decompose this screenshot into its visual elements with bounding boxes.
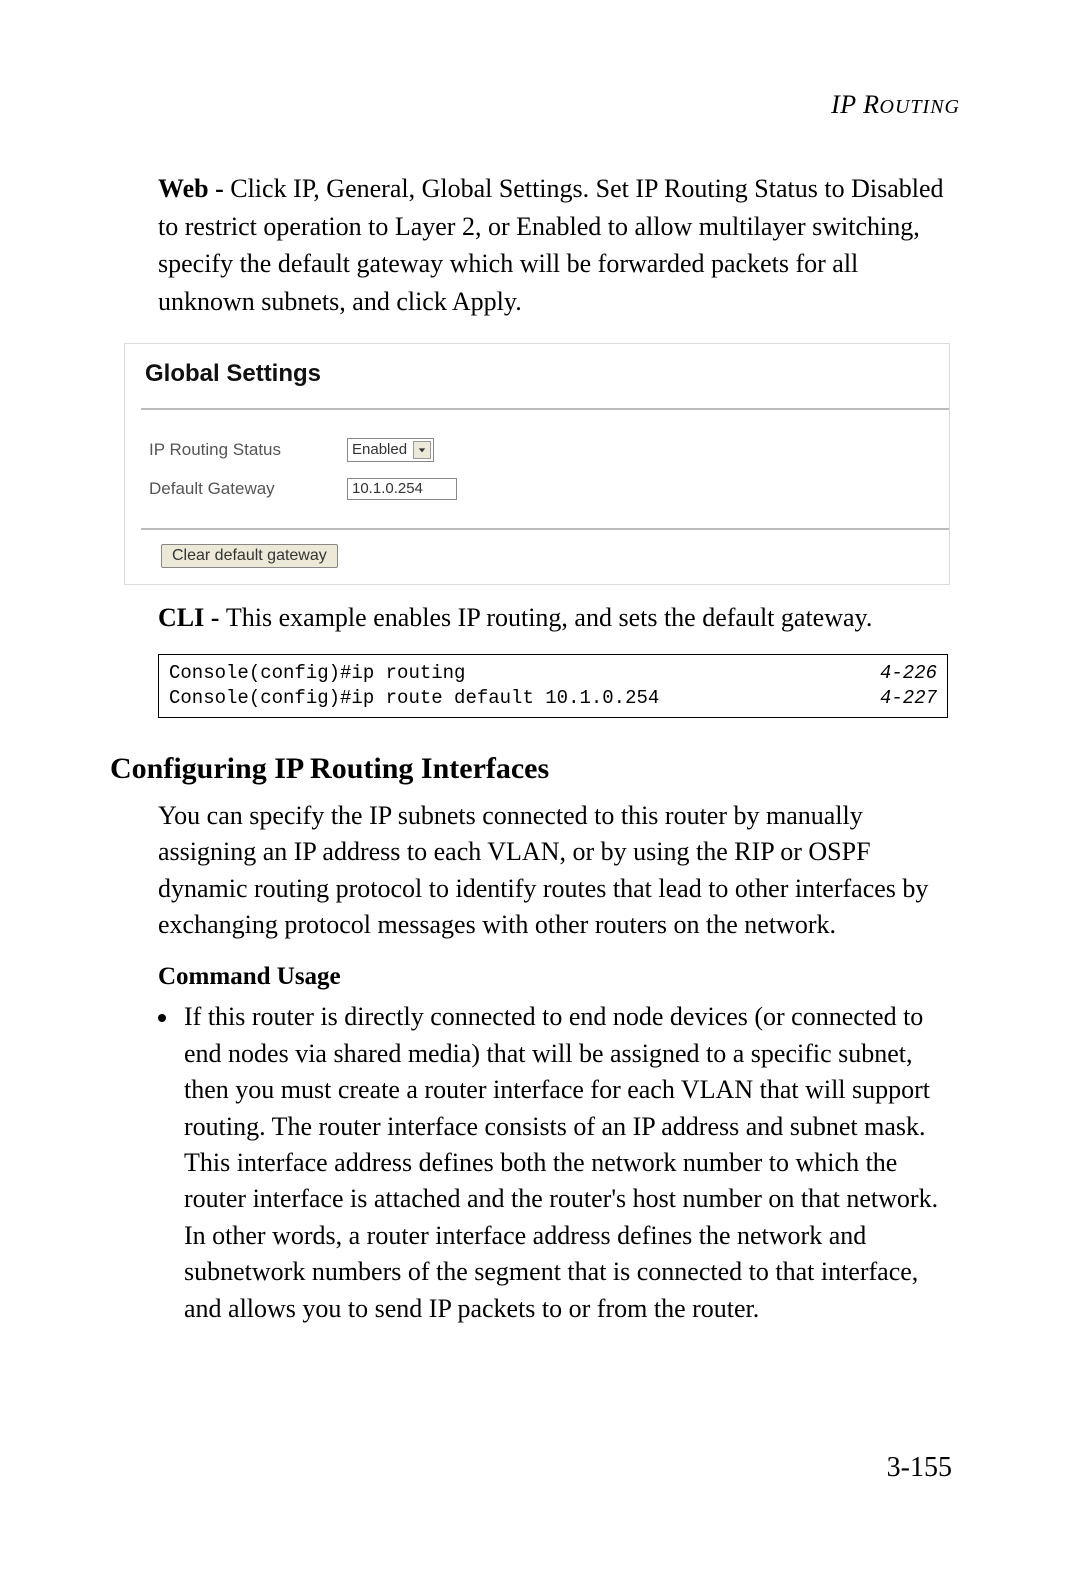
cli-code-block: Console(config)#ip routing 4-226 Console…	[158, 654, 948, 717]
panel-title: Global Settings	[141, 360, 761, 408]
section-heading: Configuring IP Routing Interfaces	[110, 752, 960, 786]
global-settings-panel: Global Settings IP Routing Status Enable…	[124, 343, 950, 585]
row-ip-routing-status: IP Routing Status Enabled	[145, 430, 525, 470]
chevron-down-icon	[413, 441, 431, 459]
section-paragraph: You can specify the IP subnets connected…	[158, 798, 960, 944]
page: IP ROUTING Web - Click IP, General, Glob…	[0, 0, 1080, 1570]
header-main: IP R	[831, 90, 879, 119]
settings-table: IP Routing Status Enabled Default Gatewa…	[145, 430, 525, 508]
cell-ip-routing-status-control: Enabled	[343, 430, 525, 470]
web-paragraph: Web - Click IP, General, Global Settings…	[158, 170, 960, 321]
code-ref-2: 4-227	[880, 686, 937, 711]
code-line-1: Console(config)#ip routing 4-226	[169, 661, 937, 686]
label-ip-routing-status: IP Routing Status	[145, 430, 343, 470]
running-header: IP ROUTING	[110, 90, 960, 120]
cell-default-gateway-control: 10.1.0.254	[343, 470, 525, 508]
code-ref-1: 4-226	[880, 661, 937, 686]
panel-divider-bottom	[141, 528, 950, 530]
command-usage-list: If this router is directly connected to …	[158, 999, 960, 1327]
ip-routing-status-select[interactable]: Enabled	[347, 438, 434, 462]
web-text: Click IP, General, Global Settings. Set …	[158, 174, 944, 316]
default-gateway-input[interactable]: 10.1.0.254	[347, 478, 457, 500]
web-prefix: Web -	[158, 174, 230, 203]
cli-paragraph: CLI - This example enables IP routing, a…	[158, 599, 960, 637]
code-cmd-2: Console(config)#ip route default 10.1.0.…	[169, 686, 659, 711]
header-smallcaps: OUTING	[880, 96, 960, 118]
code-cmd-1: Console(config)#ip routing	[169, 661, 465, 686]
command-usage-heading: Command Usage	[158, 963, 960, 991]
clear-default-gateway-button[interactable]: Clear default gateway	[161, 544, 338, 568]
cli-text: This example enables IP routing, and set…	[226, 603, 872, 632]
label-default-gateway: Default Gateway	[145, 470, 343, 508]
list-item: If this router is directly connected to …	[180, 999, 960, 1327]
panel-divider-top	[141, 408, 950, 410]
code-line-2: Console(config)#ip route default 10.1.0.…	[169, 686, 937, 711]
select-value: Enabled	[352, 441, 407, 458]
panel-inner: Global Settings IP Routing Status Enable…	[141, 360, 761, 568]
cli-prefix: CLI -	[158, 603, 226, 632]
row-default-gateway: Default Gateway 10.1.0.254	[145, 470, 525, 508]
page-number: 3-155	[887, 1452, 952, 1484]
